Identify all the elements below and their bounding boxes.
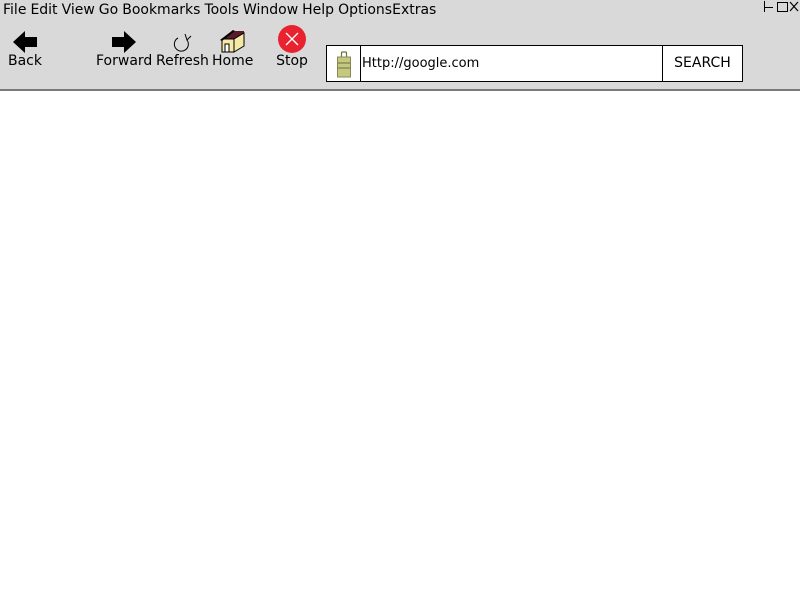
menu-go[interactable]: Go xyxy=(99,2,118,20)
refresh-button[interactable]: Refresh xyxy=(156,26,209,68)
stop-icon xyxy=(276,25,308,54)
search-button[interactable]: SEARCH xyxy=(662,46,742,81)
stop-label: Stop xyxy=(276,53,308,69)
menu-view[interactable]: View xyxy=(62,2,95,20)
home-button[interactable]: Home xyxy=(212,26,253,68)
menu-bookmarks[interactable]: Bookmarks xyxy=(122,2,200,20)
menu-edit[interactable]: Edit xyxy=(30,2,57,20)
refresh-icon xyxy=(156,26,208,54)
menu-options[interactable]: Options xyxy=(338,2,392,20)
page-content-area[interactable] xyxy=(0,91,800,600)
menu-file[interactable]: File xyxy=(3,2,26,20)
address-bar: SEARCH xyxy=(326,45,743,82)
close-window-button[interactable] xyxy=(788,0,800,13)
menu-tools[interactable]: Tools xyxy=(204,2,239,20)
menu-window[interactable]: Window xyxy=(243,2,298,20)
browser-chrome: File Edit View Go Bookmarks Tools Window… xyxy=(0,0,800,91)
window-controls xyxy=(764,0,800,14)
close-icon xyxy=(789,1,799,12)
menu-help[interactable]: Help xyxy=(302,2,334,20)
arrow-left-icon xyxy=(8,26,42,54)
arrow-right-icon xyxy=(97,26,151,54)
back-button[interactable]: Back xyxy=(8,26,42,68)
forward-label: Forward xyxy=(96,53,153,69)
stop-button[interactable]: Stop xyxy=(276,25,308,69)
refresh-label: Refresh xyxy=(156,53,209,69)
menu-bar: File Edit View Go Bookmarks Tools Window… xyxy=(3,2,436,20)
back-label: Back xyxy=(8,53,42,69)
security-indicator[interactable] xyxy=(327,46,361,81)
url-input[interactable] xyxy=(361,46,662,81)
minimize-button[interactable] xyxy=(764,0,776,13)
forward-button[interactable]: Forward xyxy=(96,26,152,68)
menu-extras[interactable]: Extras xyxy=(392,2,436,20)
home-label: Home xyxy=(212,53,254,69)
maximize-button[interactable] xyxy=(776,0,788,13)
lock-icon xyxy=(336,50,351,77)
house-icon xyxy=(214,26,252,54)
